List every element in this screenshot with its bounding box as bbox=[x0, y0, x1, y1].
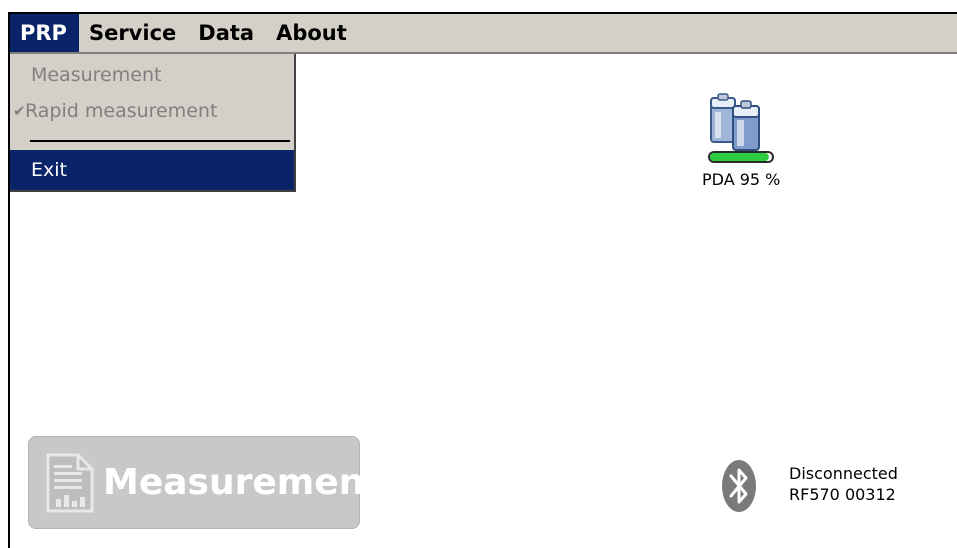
menu-item-rapid-measurement[interactable]: ✔ Rapid measurement bbox=[10, 92, 294, 130]
device-id-text: RF570 00312 bbox=[789, 485, 896, 504]
menu-item-measurement[interactable]: Measurement bbox=[10, 56, 294, 94]
menu-service[interactable]: Service bbox=[79, 14, 188, 52]
menu-item-label: Measurement bbox=[31, 64, 162, 86]
bluetooth-icon bbox=[722, 460, 756, 512]
menu-item-label: Rapid measurement bbox=[25, 100, 218, 122]
bluetooth-status: Disconnected RF570 00312 bbox=[789, 463, 898, 505]
document-chart-icon bbox=[46, 453, 94, 513]
menu-item-label: Exit bbox=[31, 159, 67, 181]
top-strip bbox=[0, 0, 957, 12]
menu-data[interactable]: Data bbox=[188, 14, 266, 52]
battery-label: PDA 95 % bbox=[702, 170, 781, 189]
measurement-button[interactable]: Measurement bbox=[28, 436, 382, 529]
checkmark-icon: ✔ bbox=[13, 102, 26, 120]
measurement-button-label: Measurement bbox=[103, 462, 382, 503]
menu-about[interactable]: About bbox=[266, 14, 359, 52]
menu-separator bbox=[30, 140, 290, 142]
menu-prp[interactable]: PRP bbox=[10, 14, 79, 52]
menu-item-exit[interactable]: Exit bbox=[10, 150, 294, 190]
battery-level-fill bbox=[710, 153, 769, 161]
connection-status-text: Disconnected bbox=[789, 464, 898, 483]
prp-dropdown-menu: Measurement ✔ Rapid measurement Exit bbox=[10, 54, 296, 192]
menu-bar: PRP Service Data About bbox=[10, 12, 957, 54]
